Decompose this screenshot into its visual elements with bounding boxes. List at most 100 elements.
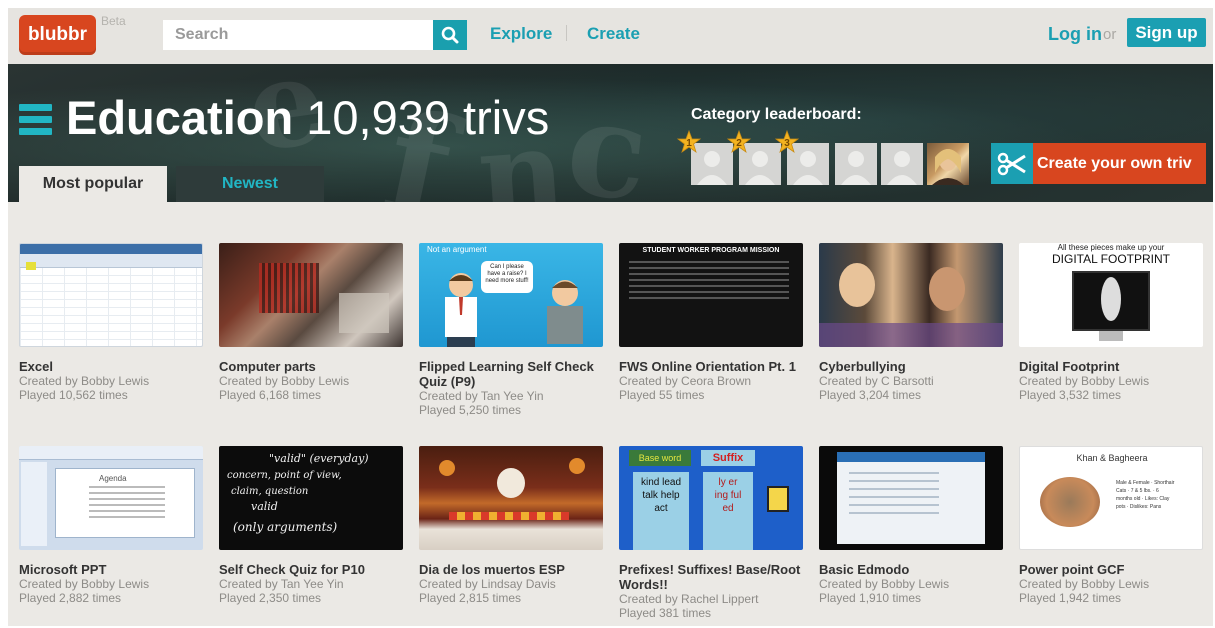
triv-play-count: Played 3,204 times — [819, 388, 922, 402]
triv-play-count: Played 2,350 times — [219, 591, 322, 605]
thumbnail-caption: All these pieces make up your — [1057, 243, 1165, 252]
thumbnail-altar — [419, 446, 603, 550]
leaderboard-avatar-photo[interactable] — [927, 143, 969, 185]
search-button[interactable] — [433, 20, 467, 50]
triv-creator: Created by Lindsay Davis — [419, 577, 556, 591]
thumbnail-caption: Male & Female · Shorthair Cats · 7 & 5 l… — [1116, 480, 1175, 510]
thumbnail-ppt: Agenda — [19, 446, 203, 550]
rank-number: 1 — [686, 138, 692, 149]
thumbnail-caption: "valid" (everyday) — [269, 452, 369, 465]
triv-creator: Created by Bobby Lewis — [19, 577, 150, 591]
category-hero: e f n c Education 10,939 trivs Category … — [8, 64, 1213, 202]
thumbnail-caption: Base word — [629, 450, 691, 466]
create-triv-button[interactable]: Create your own triv — [991, 143, 1206, 184]
thumbnail-suffix: Base word Suffix kind lead talk help act… — [619, 446, 803, 550]
triv-title: Cyberbullying — [819, 359, 906, 374]
triv-creator: Created by Ceora Brown — [619, 374, 752, 388]
triv-play-count: Played 381 times — [619, 606, 712, 620]
thumbnail-khan: Khan & Bagheera Male & Female · Shorthai… — [1019, 446, 1203, 550]
thumbnail-caption: concern, point of view, — [227, 470, 342, 481]
triv-play-count: Played 55 times — [619, 388, 705, 402]
triv-title: FWS Online Orientation Pt. 1 — [619, 359, 796, 374]
triv-card-prefixes-suffixes[interactable]: Base word Suffix kind lead talk help act… — [619, 446, 803, 620]
search-input[interactable] — [163, 20, 435, 50]
triv-card-self-check-p10[interactable]: "valid" (everyday) concern, point of vie… — [219, 446, 403, 605]
triv-card-power-point-gcf[interactable]: Khan & Bagheera Male & Female · Shorthai… — [1019, 446, 1203, 605]
thumbnail-caption: STUDENT WORKER PROGRAM MISSION — [642, 247, 780, 254]
scissors-icon — [991, 143, 1033, 184]
triv-play-count: Played 1,942 times — [1019, 591, 1122, 605]
triv-creator: Created by Bobby Lewis — [819, 577, 950, 591]
triv-creator: Created by Bobby Lewis — [1019, 374, 1150, 388]
rank-star-icon: 1 — [677, 130, 701, 154]
top-navigation-bar: blubbr Beta Explore Create Log in or Sig… — [8, 8, 1213, 64]
beta-label: Beta — [101, 14, 126, 28]
triv-creator: Created by Bobby Lewis — [19, 374, 150, 388]
cartoon-figures — [445, 273, 583, 347]
thumbnail-footprint: All these pieces make up your DIGITAL FO… — [1019, 243, 1203, 347]
triv-creator: Created by Bobby Lewis — [1019, 577, 1150, 591]
thumbnail-spreadsheet — [19, 243, 203, 347]
tab-newest[interactable]: Newest — [176, 166, 324, 202]
thumbnail-caption: (only arguments) — [233, 520, 338, 534]
thumbnail-caption: Not an argument — [427, 245, 487, 254]
triv-card-computer-parts[interactable]: Computer parts Created by Bobby Lewis Pl… — [219, 243, 403, 402]
rank-number: 3 — [784, 138, 790, 149]
thumbnail-caption: Agenda — [99, 474, 127, 483]
nav-divider — [566, 25, 567, 41]
login-link[interactable]: Log in — [1048, 24, 1102, 45]
thumbnail-chalkboard: "valid" (everyday) concern, point of vie… — [219, 446, 403, 550]
triv-card-excel[interactable]: Excel Created by Bobby Lewis Played 10,5… — [19, 243, 203, 402]
triv-play-count: Played 2,882 times — [19, 591, 122, 605]
triv-card-fws-orientation[interactable]: STUDENT WORKER PROGRAM MISSION FWS Onlin… — [619, 243, 803, 402]
create-link[interactable]: Create — [587, 24, 640, 44]
triv-play-count: Played 1,910 times — [819, 591, 922, 605]
thumbnail-caption: Khan & Bagheera — [1076, 453, 1148, 463]
triv-card-dia-de-los-muertos[interactable]: Dia de los muertos ESP Created by Lindsa… — [419, 446, 603, 605]
explore-link[interactable]: Explore — [490, 24, 552, 44]
triv-play-count: Played 10,562 times — [19, 388, 128, 402]
triv-play-count: Played 6,168 times — [219, 388, 322, 402]
category-name: Education — [66, 91, 294, 144]
thumbnail-photo — [819, 243, 1003, 347]
category-count: 10,939 trivs — [306, 91, 550, 144]
rank-star-icon: 3 — [775, 130, 799, 154]
blubbr-logo[interactable]: blubbr — [19, 15, 96, 55]
triv-play-count: Played 2,815 times — [419, 591, 522, 605]
category-menu-icon[interactable] — [19, 104, 52, 136]
triv-title: Dia de los muertos ESP — [419, 562, 565, 577]
triv-card-basic-edmodo[interactable]: Basic Edmodo Created by Bobby Lewis Play… — [819, 446, 1003, 605]
triv-creator: Created by C Barsotti — [819, 374, 934, 388]
triv-creator: Created by Tan Yee Yin — [219, 577, 344, 591]
leaderboard-avatar[interactable] — [881, 143, 923, 185]
signup-button[interactable]: Sign up — [1127, 18, 1206, 47]
rank-number: 2 — [736, 138, 742, 149]
thumbnail-caption: ly er ing ful ed — [703, 472, 753, 550]
thumbnail-caption: claim, question — [231, 486, 309, 497]
thumbnail-motherboard — [219, 243, 403, 347]
thumbnail-slide: STUDENT WORKER PROGRAM MISSION — [619, 243, 803, 347]
triv-title: Flipped Learning Self Check Quiz (P9) — [419, 359, 594, 389]
leaderboard-avatar[interactable] — [835, 143, 877, 185]
triv-title: Power point GCF — [1019, 562, 1125, 577]
or-separator: or — [1103, 26, 1117, 43]
triv-card-digital-footprint[interactable]: All these pieces make up your DIGITAL FO… — [1019, 243, 1203, 402]
triv-card-flipped-learning[interactable]: Not an argument Can I please have a rais… — [419, 243, 603, 417]
triv-title: Computer parts — [219, 359, 316, 374]
thumbnail-cartoon: Not an argument Can I please have a rais… — [419, 243, 603, 347]
triv-play-count: Played 5,250 times — [419, 403, 522, 417]
search-icon — [441, 26, 459, 44]
triv-title: Excel — [19, 359, 53, 374]
triv-card-microsoft-ppt[interactable]: Agenda Microsoft PPT Created by Bobby Le… — [19, 446, 203, 605]
thumbnail-edmodo — [819, 446, 1003, 550]
triv-title: Self Check Quiz for P10 — [219, 562, 365, 577]
rank-star-icon: 2 — [727, 130, 751, 154]
thumbnail-caption: valid — [251, 500, 278, 513]
triv-creator: Created by Rachel Lippert — [619, 592, 759, 606]
leaderboard-label: Category leaderboard: — [691, 106, 862, 123]
tab-most-popular[interactable]: Most popular — [19, 166, 167, 202]
triv-play-count: Played 3,532 times — [1019, 388, 1122, 402]
thumbnail-caption: Suffix — [701, 450, 755, 466]
triv-card-cyberbullying[interactable]: Cyberbullying Created by C Barsotti Play… — [819, 243, 1003, 402]
triv-title: Digital Footprint — [1019, 359, 1120, 374]
